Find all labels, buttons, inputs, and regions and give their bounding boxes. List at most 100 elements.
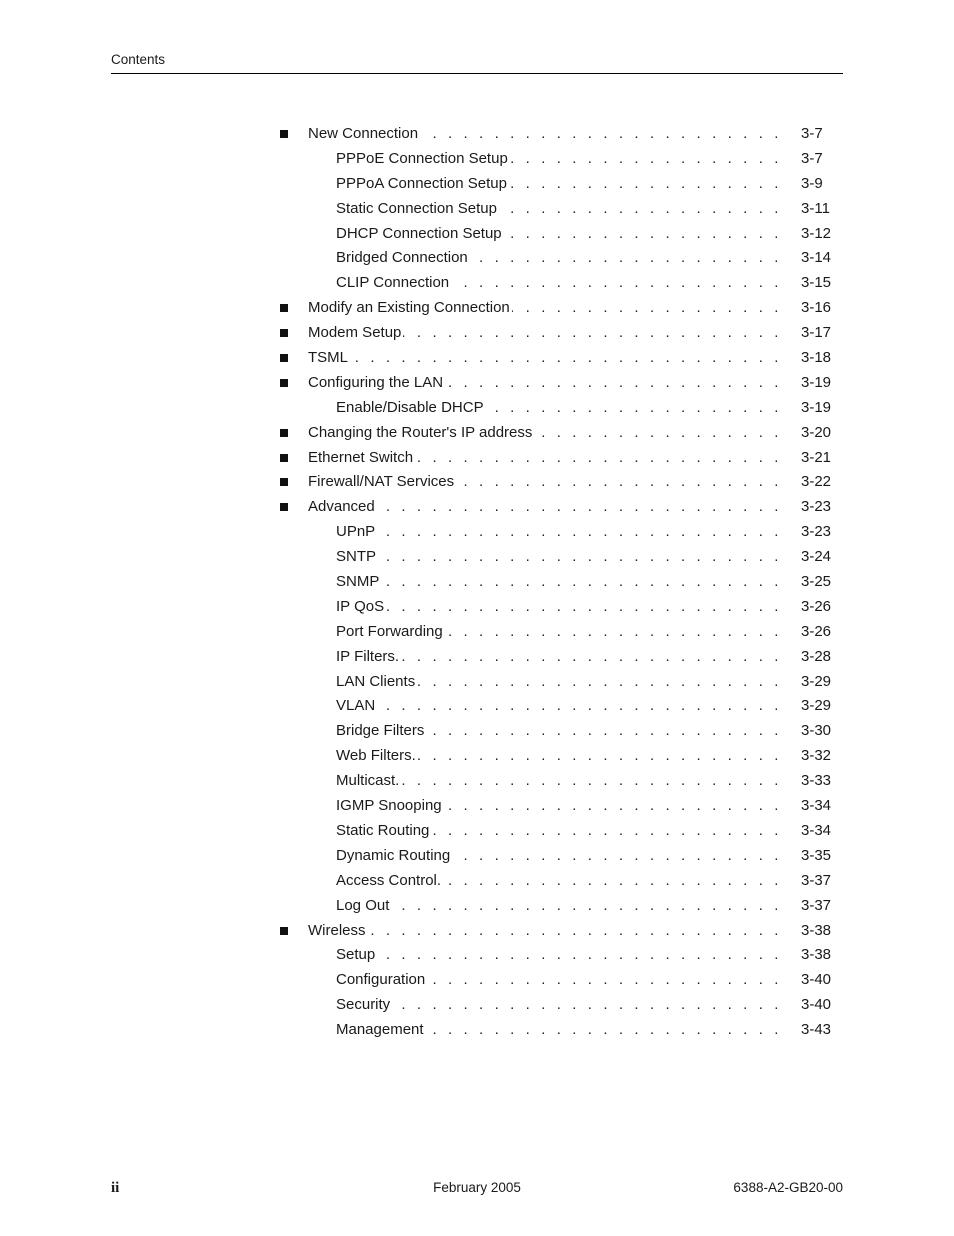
toc-label-wrap: VLAN. . . . . . . . . . . . . . . . . . … (336, 696, 782, 717)
toc-label-wrap: Setup. . . . . . . . . . . . . . . . . .… (336, 945, 782, 966)
toc-subentry[interactable]: CLIP Connection. . . . . . . . . . . . .… (278, 273, 834, 298)
toc-page-number: 3-18 (801, 349, 832, 367)
toc-subentry[interactable]: DHCP Connection Setup. . . . . . . . . .… (278, 223, 834, 249)
toc-page-number: 3-28 (801, 647, 832, 665)
toc-subentry[interactable]: VLAN. . . . . . . . . . . . . . . . . . … (278, 696, 834, 721)
toc-label-wrap: PPPoE Connection Setup. . . . . . . . . … (336, 148, 782, 169)
toc-label: Security (336, 995, 393, 1016)
table-of-contents: New Connection . . . . . . . . . . . . . … (278, 124, 834, 1045)
toc-subentry[interactable]: Log Out. . . . . . . . . . . . . . . . .… (278, 895, 834, 921)
toc-entry[interactable]: New Connection. . . . . . . . . . . . . … (278, 124, 834, 149)
toc-entry[interactable]: Changing the Router's IP address. . . . … (278, 422, 834, 448)
toc-label-wrap: LAN Clients. . . . . . . . . . . . . . .… (336, 671, 782, 692)
toc-subentry[interactable]: Static Connection Setup. . . . . . . . .… (278, 198, 834, 224)
toc-subentry[interactable]: PPPoA Connection Setup. . . . . . . . . … (278, 173, 834, 199)
dot-leader: . . . . . . . . . . . . . . . . . . . . … (445, 373, 782, 391)
toc-label: New Connection (308, 124, 421, 144)
toc-subentry[interactable]: Bridged Connection. . . . . . . . . . . … (278, 248, 834, 273)
toc-subentry[interactable]: IGMP Snooping. . . . . . . . . . . . . .… (278, 796, 834, 821)
toc-subentry[interactable]: Configuration. . . . . . . . . . . . . .… (278, 970, 834, 995)
toc-label: Web Filters. (336, 746, 418, 767)
dot-leader: . . . . . . . . . . . . . . . . . . . . … (456, 473, 782, 491)
toc-entry[interactable]: Advanced. . . . . . . . . . . . . . . . … (278, 497, 834, 522)
toc-subentry[interactable]: Setup. . . . . . . . . . . . . . . . . .… (278, 945, 834, 970)
toc-label-wrap: DHCP Connection Setup. . . . . . . . . .… (336, 223, 782, 244)
square-bullet-icon (280, 354, 288, 363)
toc-label: Dynamic Routing (336, 845, 453, 866)
toc-subentry[interactable]: UPnP. . . . . . . . . . . . . . . . . . … (278, 522, 834, 547)
dot-leader: . . . . . . . . . . . . . . . . . . . . … (401, 647, 782, 665)
toc-page-number: 3-26 (801, 622, 832, 640)
toc-label: IP QoS (336, 596, 387, 617)
toc-label-wrap: Access Control.. . . . . . . . . . . . .… (336, 870, 782, 891)
toc-subentry[interactable]: IP Filters.. . . . . . . . . . . . . . .… (278, 646, 834, 672)
dot-leader: . . . . . . . . . . . . . . . . . . . . … (470, 249, 782, 267)
toc-page-number: 3-23 (801, 498, 832, 516)
toc-label-wrap: Static Connection Setup. . . . . . . . .… (336, 198, 782, 219)
dot-leader: . . . . . . . . . . . . . . . . . . . . … (512, 299, 782, 317)
toc-subentry[interactable]: SNTP. . . . . . . . . . . . . . . . . . … (278, 547, 834, 572)
toc-entry[interactable]: Modify an Existing Connection. . . . . .… (278, 298, 834, 323)
toc-subentry[interactable]: Bridge Filters. . . . . . . . . . . . . … (278, 721, 834, 746)
toc-label: Bridge Filters (336, 721, 427, 742)
toc-page-number: 3-15 (801, 274, 832, 292)
toc-page-number: 3-19 (801, 373, 832, 391)
toc-label-wrap: Ethernet Switch. . . . . . . . . . . . .… (308, 447, 782, 468)
toc-label: IP Filters. (336, 646, 402, 667)
toc-page-number: 3-12 (801, 224, 832, 242)
square-bullet-icon (280, 378, 288, 387)
toc-label: Multicast. (336, 771, 402, 792)
dot-leader: . . . . . . . . . . . . . . . . . . . . … (509, 174, 782, 192)
toc-entry[interactable]: Firewall/NAT Services. . . . . . . . . .… (278, 472, 834, 497)
toc-label: Advanced (308, 497, 377, 518)
toc-entry[interactable]: TSML. . . . . . . . . . . . . . . . . . … (278, 348, 834, 373)
toc-subentry[interactable]: SNMP. . . . . . . . . . . . . . . . . . … (278, 572, 834, 597)
toc-entry[interactable]: Ethernet Switch. . . . . . . . . . . . .… (278, 447, 834, 473)
toc-label: SNMP (336, 572, 382, 593)
toc-page-number: 3-14 (801, 249, 832, 267)
toc-label-wrap: Bridge Filters. . . . . . . . . . . . . … (336, 721, 782, 742)
toc-page-number: 3-21 (801, 448, 832, 466)
square-bullet-icon (280, 453, 288, 462)
toc-page-number: 3-20 (801, 423, 832, 441)
toc-subentry[interactable]: IP QoS. . . . . . . . . . . . . . . . . … (278, 596, 834, 622)
toc-label: Ethernet Switch (308, 447, 416, 468)
toc-page-number: 3-11 (801, 199, 830, 217)
toc-subentry[interactable]: Web Filters.. . . . . . . . . . . . . . … (278, 746, 834, 771)
dot-leader: . . . . . . . . . . . . . . . . . . . . … (377, 697, 782, 715)
toc-page-number: 3-9 (801, 174, 823, 192)
toc-subentry[interactable]: Enable/Disable DHCP. . . . . . . . . . .… (278, 397, 834, 423)
dot-leader: . . . . . . . . . . . . . . . . . . . . … (386, 597, 782, 615)
toc-label-wrap: TSML. . . . . . . . . . . . . . . . . . … (308, 348, 782, 369)
dot-leader: . . . . . . . . . . . . . . . . . . . . … (499, 199, 782, 217)
dot-leader: . . . . . . . . . . . . . . . . . . . . … (381, 573, 782, 591)
toc-page-number: 3-16 (801, 299, 832, 317)
toc-subentry[interactable]: PPPoE Connection Setup. . . . . . . . . … (278, 148, 834, 174)
toc-subentry[interactable]: Access Control.. . . . . . . . . . . . .… (278, 870, 834, 896)
toc-label: PPPoA Connection Setup (336, 173, 509, 194)
toc-label: SNTP (336, 547, 379, 568)
header-rule (111, 73, 843, 74)
toc-label-wrap: Web Filters.. . . . . . . . . . . . . . … (336, 746, 782, 767)
toc-label: PPPoE Connection Setup (336, 148, 510, 169)
toc-page-number: 3-23 (801, 523, 832, 541)
toc-subentry[interactable]: Static Routing. . . . . . . . . . . . . … (278, 820, 834, 846)
toc-entry[interactable]: Modem Setup. . . . . . . . . . . . . . .… (278, 323, 834, 348)
toc-subentry[interactable]: Management. . . . . . . . . . . . . . . … (278, 1020, 834, 1045)
toc-subentry[interactable]: Dynamic Routing. . . . . . . . . . . . .… (278, 845, 834, 871)
dot-leader: . . . . . . . . . . . . . . . . . . . . … (401, 772, 782, 790)
toc-subentry[interactable]: LAN Clients. . . . . . . . . . . . . . .… (278, 671, 834, 697)
toc-entry[interactable]: Wireless. . . . . . . . . . . . . . . . … (278, 920, 834, 946)
dot-leader: . . . . . . . . . . . . . . . . . . . . … (431, 821, 782, 839)
toc-page-number: 3-34 (801, 797, 832, 815)
toc-label-wrap: Enable/Disable DHCP. . . . . . . . . . .… (336, 397, 782, 418)
toc-label-wrap: Modem Setup. . . . . . . . . . . . . . .… (308, 323, 782, 344)
toc-page-number: 3-30 (801, 722, 832, 740)
toc-subentry[interactable]: Multicast.. . . . . . . . . . . . . . . … (278, 771, 834, 796)
toc-page-number: 3-37 (801, 896, 832, 914)
toc-subentry[interactable]: Security. . . . . . . . . . . . . . . . … (278, 995, 834, 1020)
dot-leader: . . . . . . . . . . . . . . . . . . . . … (452, 846, 782, 864)
dot-leader: . . . . . . . . . . . . . . . . . . . . … (415, 448, 782, 466)
toc-subentry[interactable]: Port Forwarding. . . . . . . . . . . . .… (278, 621, 834, 647)
toc-entry[interactable]: Configuring the LAN. . . . . . . . . . .… (278, 372, 834, 398)
